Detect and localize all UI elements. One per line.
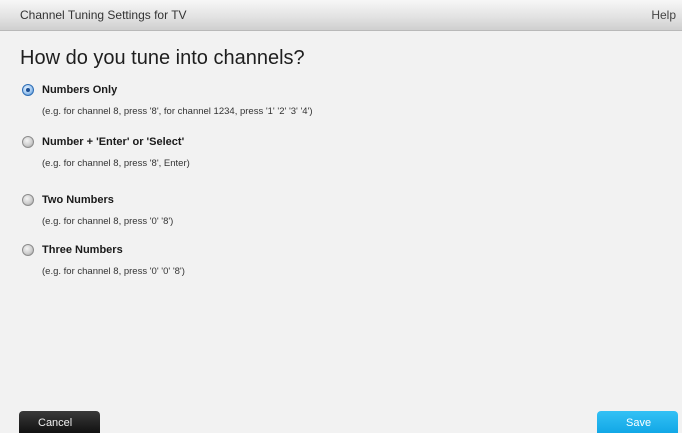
- option-description: (e.g. for channel 8, press '8', Enter): [42, 158, 190, 169]
- title-bar: Channel Tuning Settings for TV Help: [0, 0, 682, 31]
- cancel-button[interactable]: Cancel: [19, 411, 100, 433]
- option-label: Number + 'Enter' or 'Select': [42, 136, 185, 148]
- radio-numbers-only[interactable]: [22, 84, 34, 96]
- radio-two-numbers[interactable]: [22, 194, 34, 206]
- save-button[interactable]: Save: [597, 411, 678, 433]
- option-label: Numbers Only: [42, 84, 118, 96]
- radio-number-enter[interactable]: [22, 136, 34, 148]
- option-numbers-only-row[interactable]: Numbers Only: [22, 84, 313, 96]
- option-description: (e.g. for channel 8, press '0' '8'): [42, 216, 174, 227]
- option-numbers-only[interactable]: Numbers Only (e.g. for channel 8, press …: [22, 84, 313, 117]
- option-label: Two Numbers: [42, 194, 114, 206]
- help-link[interactable]: Help: [651, 8, 676, 22]
- option-label: Three Numbers: [42, 244, 123, 256]
- option-two-numbers[interactable]: Two Numbers (e.g. for channel 8, press '…: [22, 194, 173, 227]
- radio-three-numbers[interactable]: [22, 244, 34, 256]
- option-three-numbers[interactable]: Three Numbers (e.g. for channel 8, press…: [22, 244, 185, 277]
- settings-window: Channel Tuning Settings for TV Help How …: [0, 0, 682, 433]
- option-three-numbers-row[interactable]: Three Numbers: [22, 244, 185, 256]
- window-title: Channel Tuning Settings for TV: [20, 8, 187, 22]
- option-number-enter-row[interactable]: Number + 'Enter' or 'Select': [22, 136, 190, 148]
- option-number-enter[interactable]: Number + 'Enter' or 'Select' (e.g. for c…: [22, 136, 190, 169]
- option-description: (e.g. for channel 8, press '0' '0' '8'): [42, 266, 185, 277]
- option-two-numbers-row[interactable]: Two Numbers: [22, 194, 173, 206]
- page-title: How do you tune into channels?: [20, 47, 305, 69]
- option-description: (e.g. for channel 8, press '8', for chan…: [42, 106, 313, 117]
